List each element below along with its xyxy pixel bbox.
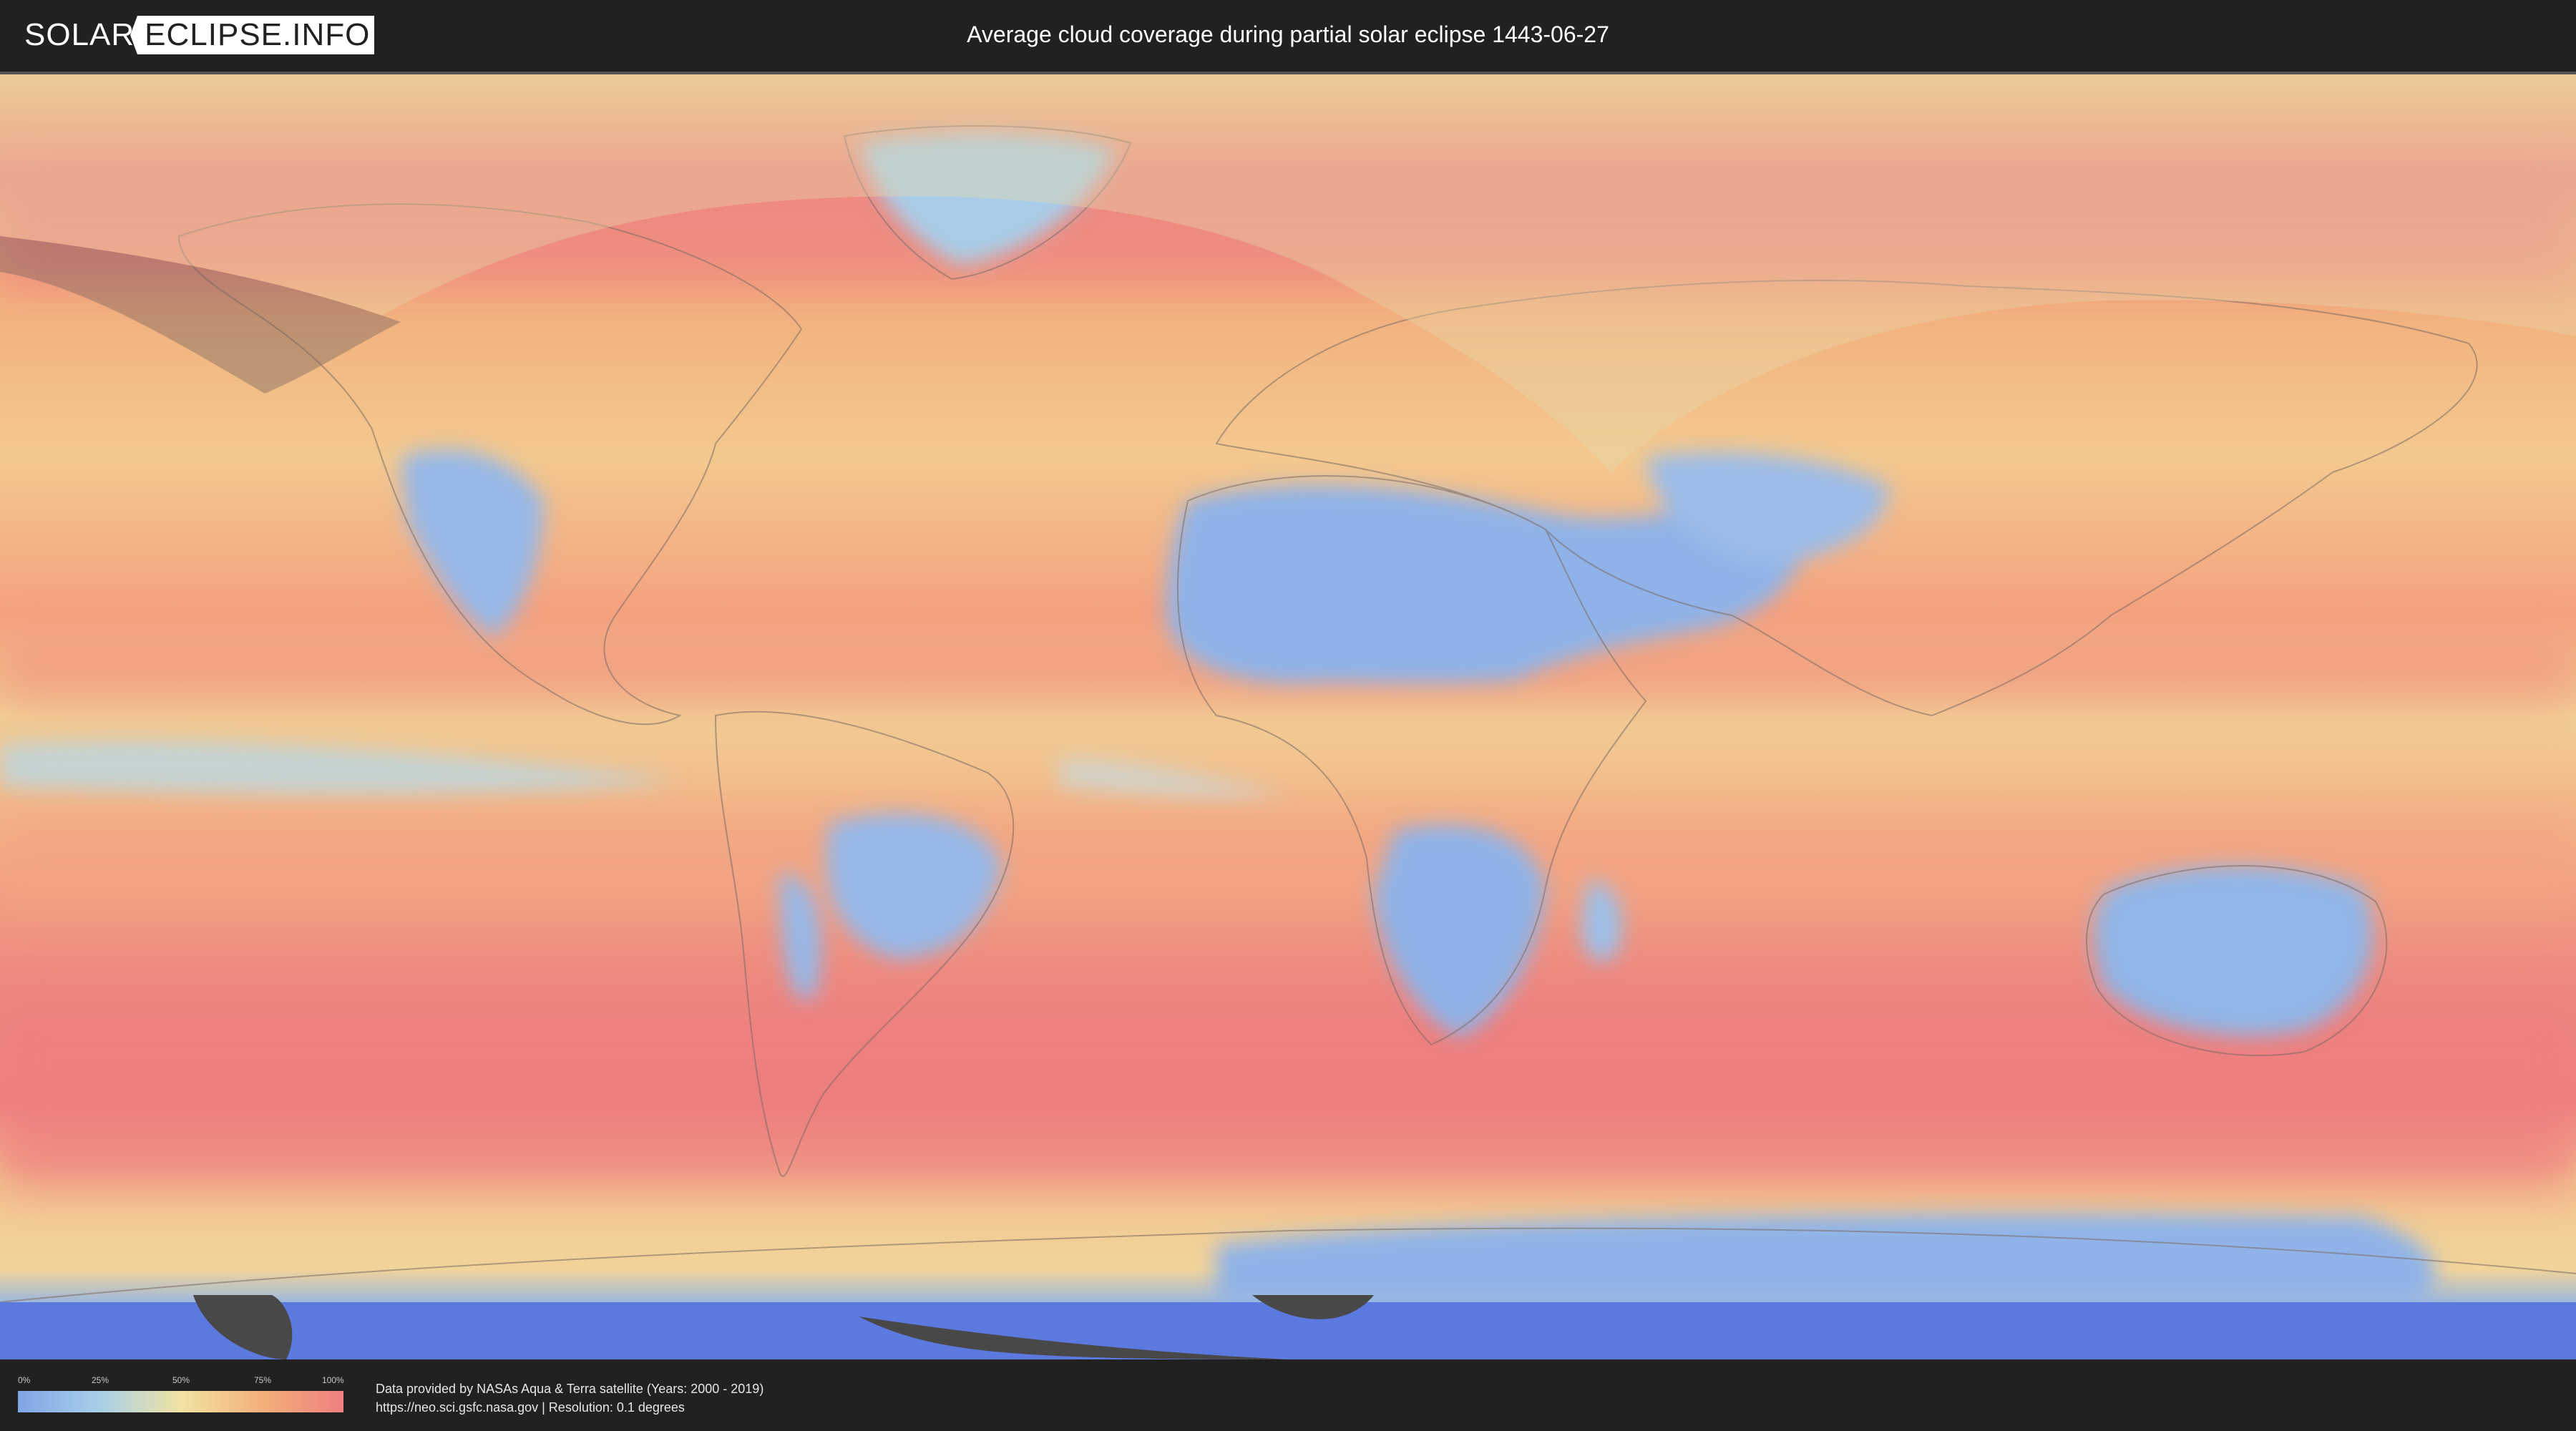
no-data-band: [0, 1295, 2576, 1359]
cloud-coverage-map[interactable]: [0, 72, 2576, 1359]
data-credit: Data provided by NASAs Aqua & Terra sate…: [376, 1379, 763, 1417]
legend-ticks: 0% 25% 50% 75% 100%: [18, 1375, 344, 1387]
header-bar: SOLAR ECLIPSE.INFO Average cloud coverag…: [0, 0, 2576, 72]
legend-color-bar: [18, 1391, 343, 1412]
page-title: Average cloud coverage during partial so…: [967, 21, 1609, 47]
legend-tick-100: 100%: [322, 1375, 344, 1385]
australia-clear: [2094, 866, 2373, 1036]
legend-tick-25: 25%: [92, 1375, 109, 1385]
legend-tick-0: 0%: [18, 1375, 31, 1385]
cloud-coverage-legend: 0% 25% 50% 75% 100%: [18, 1375, 344, 1412]
credit-line-1: Data provided by NASAs Aqua & Terra sate…: [376, 1382, 764, 1396]
legend-tick-75: 75%: [254, 1375, 272, 1385]
legend-tick-50: 50%: [172, 1375, 190, 1385]
footer-bar: 0% 25% 50% 75% 100% Data provided by NAS…: [0, 1359, 2576, 1431]
credit-line-2[interactable]: https://neo.sci.gsfc.nasa.gov | Resoluti…: [376, 1398, 763, 1417]
